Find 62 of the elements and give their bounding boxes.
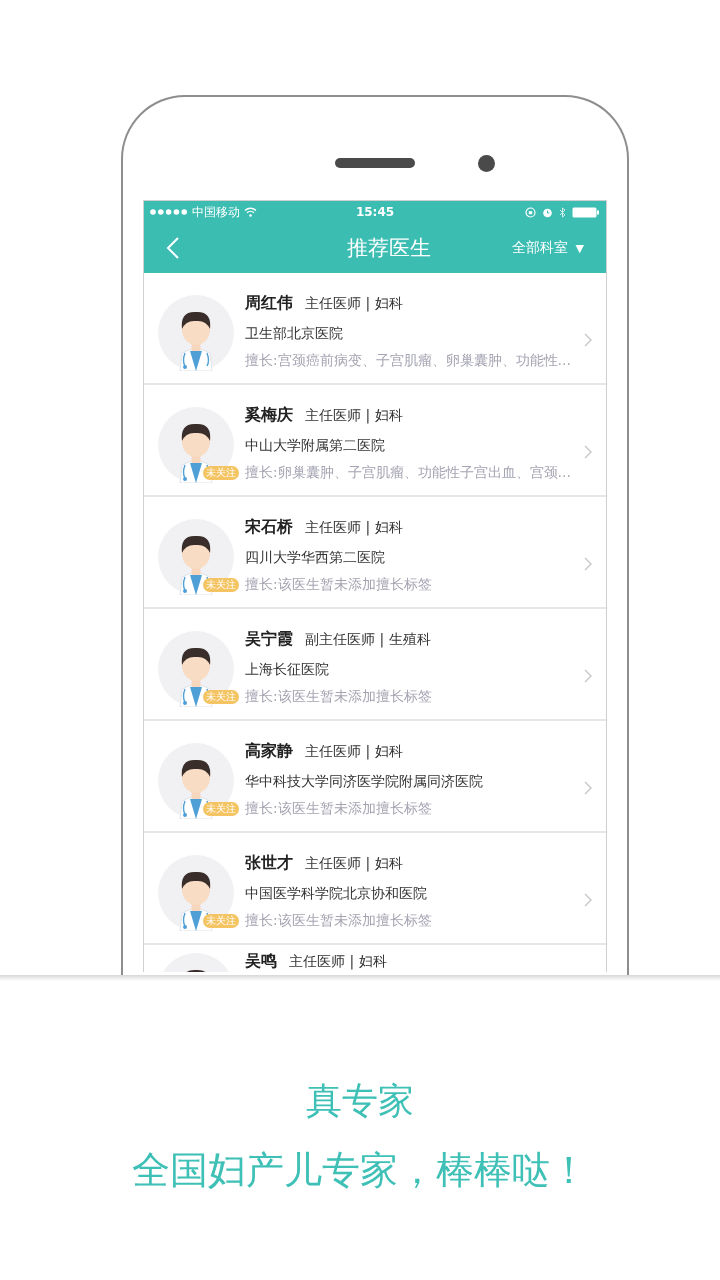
specialty-text: 擅长:该医生暂未添加擅长标签 xyxy=(245,799,433,818)
specialty-text: 擅长:宫颈癌前病变、子宫肌瘤、卵巢囊肿、功能性… xyxy=(245,351,573,370)
hospital-name: 华中科技大学同济医学院附属同济医院 xyxy=(245,772,484,791)
chevron-right-icon xyxy=(584,557,592,571)
avatar-icon xyxy=(158,519,234,595)
specialty-text: 擅长:该医生暂未添加擅长标签 xyxy=(245,687,433,706)
specialty-text: 擅长:该医生暂未添加擅长标签 xyxy=(245,575,433,594)
doctor-name: 奚梅庆 xyxy=(245,405,293,426)
battery-icon xyxy=(572,206,600,218)
carrier-name: 中国移动 xyxy=(192,203,240,221)
rotation-lock-icon xyxy=(525,206,536,218)
alarm-icon xyxy=(542,206,553,218)
follow-status-badge: 未关注 xyxy=(203,802,239,816)
avatar-icon xyxy=(158,295,234,371)
doctor-name: 张世才 xyxy=(245,853,293,874)
doctor-title: 主任医师 | 妇科 xyxy=(289,953,387,971)
doctor-list-item[interactable]: 未关注 吴宁霞 副主任医师 | 生殖科 上海长征医院 擅长:该医生暂未添加擅长标签 xyxy=(144,609,606,721)
hospital-name: 中山大学附属第二医院 xyxy=(245,436,386,455)
back-icon[interactable] xyxy=(166,236,180,260)
bluetooth-icon xyxy=(559,206,566,218)
doctor-name: 高家静 xyxy=(245,741,293,762)
specialty-text: 擅长:该医生暂未添加擅长标签 xyxy=(245,911,433,930)
avatar-icon xyxy=(158,407,234,483)
doctor-list-item[interactable]: 未关注 高家静 主任医师 | 妇科 华中科技大学同济医学院附属同济医院 擅长:该医生暂未添加擅长标签 xyxy=(144,721,606,833)
tagline-title: 真专家 xyxy=(306,1079,414,1123)
page-title: 推荐医生 xyxy=(346,235,431,262)
status-time: 15:45 xyxy=(355,205,395,219)
doctor-title: 主任医师 | 妇科 xyxy=(305,519,403,537)
doctor-name: 宋石桥 xyxy=(245,517,293,538)
avatar-icon xyxy=(158,631,234,707)
tagline-subtitle: 全国妇产儿专家，棒棒哒！ xyxy=(132,1147,588,1194)
doctor-list-item[interactable]: 未关注 张世才 主任医师 | 妇科 中国医学科学院北京协和医院 擅长:该医生暂未添加擅长标签 xyxy=(144,833,606,945)
doctor-title: 主任医师 | 妇科 xyxy=(305,295,403,313)
chevron-right-icon xyxy=(584,333,592,347)
doctor-name: 吴宁霞 xyxy=(245,629,293,650)
hospital-name: 卫生部北京医院 xyxy=(245,324,344,343)
hospital-name: 上海长征医院 xyxy=(245,660,330,679)
signal-icon xyxy=(150,209,188,215)
doctor-name: 周红伟 xyxy=(245,293,293,314)
hospital-name: 四川大学华西第二医院 xyxy=(245,548,386,567)
follow-status-badge: 未关注 xyxy=(203,466,239,480)
follow-status-badge: 未关注 xyxy=(203,690,239,704)
camera-dot xyxy=(478,154,495,172)
doctor-name: 吴鸣 xyxy=(245,951,277,972)
avatar-icon xyxy=(158,855,234,931)
chevron-right-icon xyxy=(584,781,592,795)
wifi-icon xyxy=(244,207,257,217)
doctor-list-item[interactable]: 未关注 奚梅庆 主任医师 | 妇科 中山大学附属第二医院 擅长:卵巢囊肿、子宫肌瘤、功能性子宫出血、宫颈… xyxy=(144,385,606,497)
doctor-list-item[interactable]: 未关注 宋石桥 主任医师 | 妇科 四川大学华西第二医院 擅长:该医生暂未添加擅长标签 xyxy=(144,497,606,609)
avatar-icon xyxy=(158,743,234,819)
doctor-title: 主任医师 | 妇科 xyxy=(305,855,403,873)
doctor-title: 主任医师 | 妇科 xyxy=(305,743,403,761)
chevron-right-icon xyxy=(584,445,592,459)
chevron-right-icon xyxy=(584,893,592,907)
hospital-name: 中国医学科学院北京协和医院 xyxy=(245,884,428,903)
follow-status-badge: 未关注 xyxy=(203,578,239,592)
doctor-title: 副主任医师 | 生殖科 xyxy=(305,631,431,649)
doctor-title: 主任医师 | 妇科 xyxy=(305,407,403,425)
doctor-list-item[interactable]: 周红伟 主任医师 | 妇科 卫生部北京医院 擅长:宫颈癌前病变、子宫肌瘤、卵巢囊肿、功能性… xyxy=(144,273,606,385)
follow-status-badge: 未关注 xyxy=(203,914,239,928)
chevron-right-icon xyxy=(584,669,592,683)
specialty-text: 擅长:卵巢囊肿、子宫肌瘤、功能性子宫出血、宫颈… xyxy=(245,463,573,482)
